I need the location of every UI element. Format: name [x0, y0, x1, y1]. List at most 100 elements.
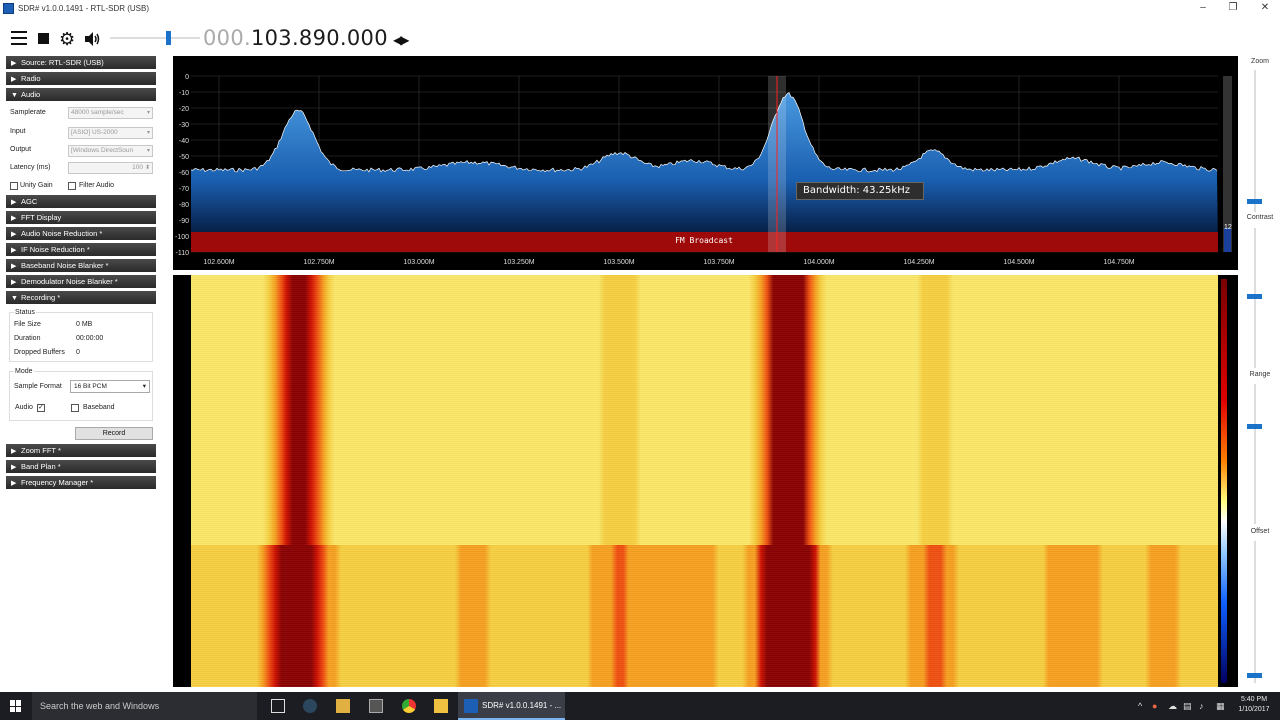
x-tick-label: 104.000M	[803, 259, 834, 266]
sdr-app-icon	[464, 699, 478, 713]
expand-arrow-icon: ▶	[11, 448, 17, 455]
section-source[interactable]: ▶ Source: RTL-SDR (USB)	[6, 56, 156, 69]
taskbar-search[interactable]: Search the web and Windows	[32, 692, 257, 720]
section-frequency-manager[interactable]: ▶ Frequency Manager *	[6, 476, 156, 489]
section-radio[interactable]: ▶ Radio	[6, 72, 156, 85]
close-button[interactable]: ✕	[1250, 0, 1280, 16]
network-icon[interactable]: ▤	[1183, 701, 1192, 712]
expand-arrow-icon: ▶	[11, 263, 17, 270]
speaker-icon[interactable]	[83, 30, 101, 48]
waterfall-display[interactable]	[173, 275, 1238, 687]
input-label: Input	[10, 128, 26, 135]
expand-arrow-icon: ▶	[11, 247, 17, 254]
spectrum-fill	[191, 92, 1218, 252]
volume-icon[interactable]: ♪	[1199, 701, 1204, 711]
zoom-label: Zoom	[1251, 58, 1269, 65]
range-label: Range	[1249, 371, 1271, 378]
x-tick-label: 102.600M	[203, 259, 234, 266]
app-window-icon[interactable]	[369, 699, 383, 713]
baseband-record-checkbox[interactable]	[71, 404, 79, 412]
file-size-label: File Size	[14, 321, 41, 328]
keyboard-icon[interactable]: ▦	[1216, 701, 1225, 712]
frequency-display[interactable]: 000.103.890.000	[203, 26, 388, 50]
x-tick-label: 103.000M	[403, 259, 434, 266]
record-button[interactable]: Record	[75, 427, 153, 440]
x-tick-label: 103.750M	[703, 259, 734, 266]
tray-app-icon[interactable]: ●	[1152, 701, 1157, 711]
section-fft-display[interactable]: ▶ FFT Display	[6, 211, 156, 224]
section-if-noise-reduction[interactable]: ▶ IF Noise Reduction *	[6, 243, 156, 256]
start-button[interactable]	[0, 692, 32, 720]
y-tick-label: -80	[179, 202, 189, 209]
filter-audio-checkbox[interactable]	[68, 182, 76, 190]
x-tick-label: 103.250M	[503, 259, 534, 266]
sample-format-label: Sample Format	[14, 383, 62, 390]
contrast-slider-thumb[interactable]	[1247, 294, 1262, 299]
file-explorer-icon[interactable]	[434, 699, 448, 713]
sdr-taskbar-button[interactable]: SDR# v1.0.0.1491 - ...	[458, 692, 565, 720]
y-tick-label: -40	[179, 138, 189, 145]
y-tick-label: -100	[175, 234, 189, 241]
section-band-plan[interactable]: ▶ Band Plan *	[6, 460, 156, 473]
offset-slider-thumb[interactable]	[1247, 673, 1262, 678]
chrome-icon[interactable]	[402, 699, 416, 713]
zoom-slider[interactable]	[1254, 70, 1256, 212]
tray-expand-icon[interactable]: ^	[1138, 701, 1142, 711]
offset-slider[interactable]	[1254, 541, 1256, 683]
system-clock[interactable]: 5:40 PM 1/10/2017	[1236, 695, 1272, 715]
output-device-select[interactable]: [Windows DirectSoun ▾	[68, 145, 153, 157]
y-tick-label: 0	[185, 74, 189, 81]
spectrum-plot[interactable]: FM Broadcast 0 -10 -20 -30 -40 -50 -60 -70 -80 -9…	[173, 56, 1238, 270]
clock-time: 5:40 PM	[1240, 696, 1268, 703]
audio-record-checkbox[interactable]: ✓	[37, 404, 45, 412]
windows-logo-icon	[10, 700, 22, 712]
tune-arrows-icon[interactable]: ◀▶	[393, 33, 410, 47]
gear-icon[interactable]: ⚙	[59, 30, 75, 48]
sample-format-select[interactable]: 16 Bit PCM ▾	[70, 380, 150, 393]
hamburger-menu-icon[interactable]	[11, 31, 27, 45]
task-view-icon[interactable]	[271, 699, 285, 713]
section-audio[interactable]: ▼ Audio	[6, 88, 156, 101]
range-slider[interactable]	[1254, 384, 1256, 524]
input-device-select[interactable]: [ASIO] US-2000 ▾	[68, 127, 153, 139]
zoom-slider-thumb[interactable]	[1247, 199, 1262, 204]
volume-slider-track[interactable]	[110, 37, 200, 39]
section-demodulator-noise-blanker[interactable]: ▶ Demodulator Noise Blanker *	[6, 275, 156, 288]
x-tick-label: 104.750M	[1103, 259, 1134, 266]
waterfall-image[interactable]	[191, 275, 1218, 687]
file-size-value: 0 MB	[76, 321, 93, 328]
bandwidth-tooltip: Bandwidth: 43.25kHz	[796, 182, 924, 200]
unity-gain-checkbox[interactable]	[10, 182, 18, 190]
samplerate-select[interactable]: 48000 sample/sec ▾	[68, 107, 153, 119]
chevron-down-icon: ▾	[142, 383, 146, 390]
onedrive-icon[interactable]: ☁	[1168, 701, 1177, 712]
minimize-button[interactable]: –	[1188, 0, 1218, 16]
dropped-buffers-value: 0	[76, 349, 80, 356]
baseband-record-label: Baseband	[83, 404, 115, 411]
latency-stepper[interactable]: 100 ⬍	[68, 162, 153, 174]
stop-icon[interactable]	[38, 33, 49, 44]
y-tick-label: -90	[179, 218, 189, 225]
mode-group	[9, 371, 153, 421]
x-tick-label: 104.250M	[903, 259, 934, 266]
duration-value: 00:00:00	[76, 335, 104, 342]
window-title-bar: SDR# v1.0.0.1491 - RTL-SDR (USB) – ❐ ✕	[0, 0, 1280, 16]
volume-slider-thumb[interactable]	[166, 31, 171, 45]
expand-arrow-icon: ▶	[11, 279, 17, 286]
steam-icon[interactable]	[303, 699, 317, 713]
frequency-digits: 103.890.000	[250, 26, 388, 50]
section-recording[interactable]: ▼ Recording *	[6, 291, 156, 304]
section-agc[interactable]: ▶ AGC	[6, 195, 156, 208]
section-zoom-fft[interactable]: ▶ Zoom FFT *	[6, 444, 156, 457]
output-label: Output	[10, 146, 32, 153]
section-audio-noise-reduction[interactable]: ▶ Audio Noise Reduction *	[6, 227, 156, 240]
unity-gain-label: Unity Gain	[20, 182, 53, 189]
expand-arrow-icon: ▶	[11, 199, 17, 206]
restore-button[interactable]: ❐	[1218, 0, 1248, 16]
section-baseband-noise-blanker[interactable]: ▶ Baseband Noise Blanker *	[6, 259, 156, 272]
range-slider-thumb[interactable]	[1247, 424, 1262, 429]
expand-arrow-icon: ▶	[11, 60, 17, 67]
spectrum-analyzer[interactable]: FM Broadcast 0 -10 -20 -30 -40 -50 -60 -70 -80 -9…	[173, 56, 1238, 270]
folder-icon[interactable]	[336, 699, 350, 713]
side-value: 12	[1224, 224, 1232, 231]
